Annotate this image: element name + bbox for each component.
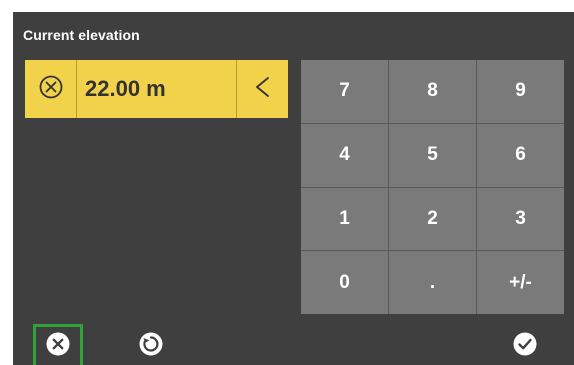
circular-arrow-icon xyxy=(138,331,164,362)
key-decimal[interactable]: . xyxy=(389,251,476,314)
backspace-button[interactable] xyxy=(236,60,288,118)
cancel-button[interactable] xyxy=(33,324,83,365)
chevron-left-icon xyxy=(251,75,275,104)
key-8[interactable]: 8 xyxy=(389,60,476,123)
key-7[interactable]: 7 xyxy=(301,60,388,123)
key-5[interactable]: 5 xyxy=(389,123,476,187)
elevation-dialog: Current elevation 22.00 m 7 8 9 4 5 6 1 xyxy=(13,12,574,365)
key-2[interactable]: 2 xyxy=(389,187,476,251)
key-3[interactable]: 3 xyxy=(477,187,564,251)
key-9[interactable]: 9 xyxy=(477,60,564,123)
filled-circle-x-icon xyxy=(45,331,71,362)
elevation-input[interactable]: 22.00 m xyxy=(25,60,288,118)
circle-x-icon xyxy=(38,74,64,105)
numeric-keypad: 7 8 9 4 5 6 1 2 3 0 . +/- xyxy=(301,60,564,314)
reset-button[interactable] xyxy=(133,328,169,364)
key-1[interactable]: 1 xyxy=(301,187,388,251)
key-0[interactable]: 0 xyxy=(301,251,388,314)
dialog-footer xyxy=(13,320,574,365)
key-6[interactable]: 6 xyxy=(477,123,564,187)
key-4[interactable]: 4 xyxy=(301,123,388,187)
dialog-title: Current elevation xyxy=(23,27,140,43)
confirm-button[interactable] xyxy=(507,328,543,364)
key-plus-minus[interactable]: +/- xyxy=(477,251,564,314)
filled-circle-check-icon xyxy=(512,331,538,362)
elevation-value: 22.00 m xyxy=(85,76,166,101)
clear-button[interactable] xyxy=(25,60,77,118)
